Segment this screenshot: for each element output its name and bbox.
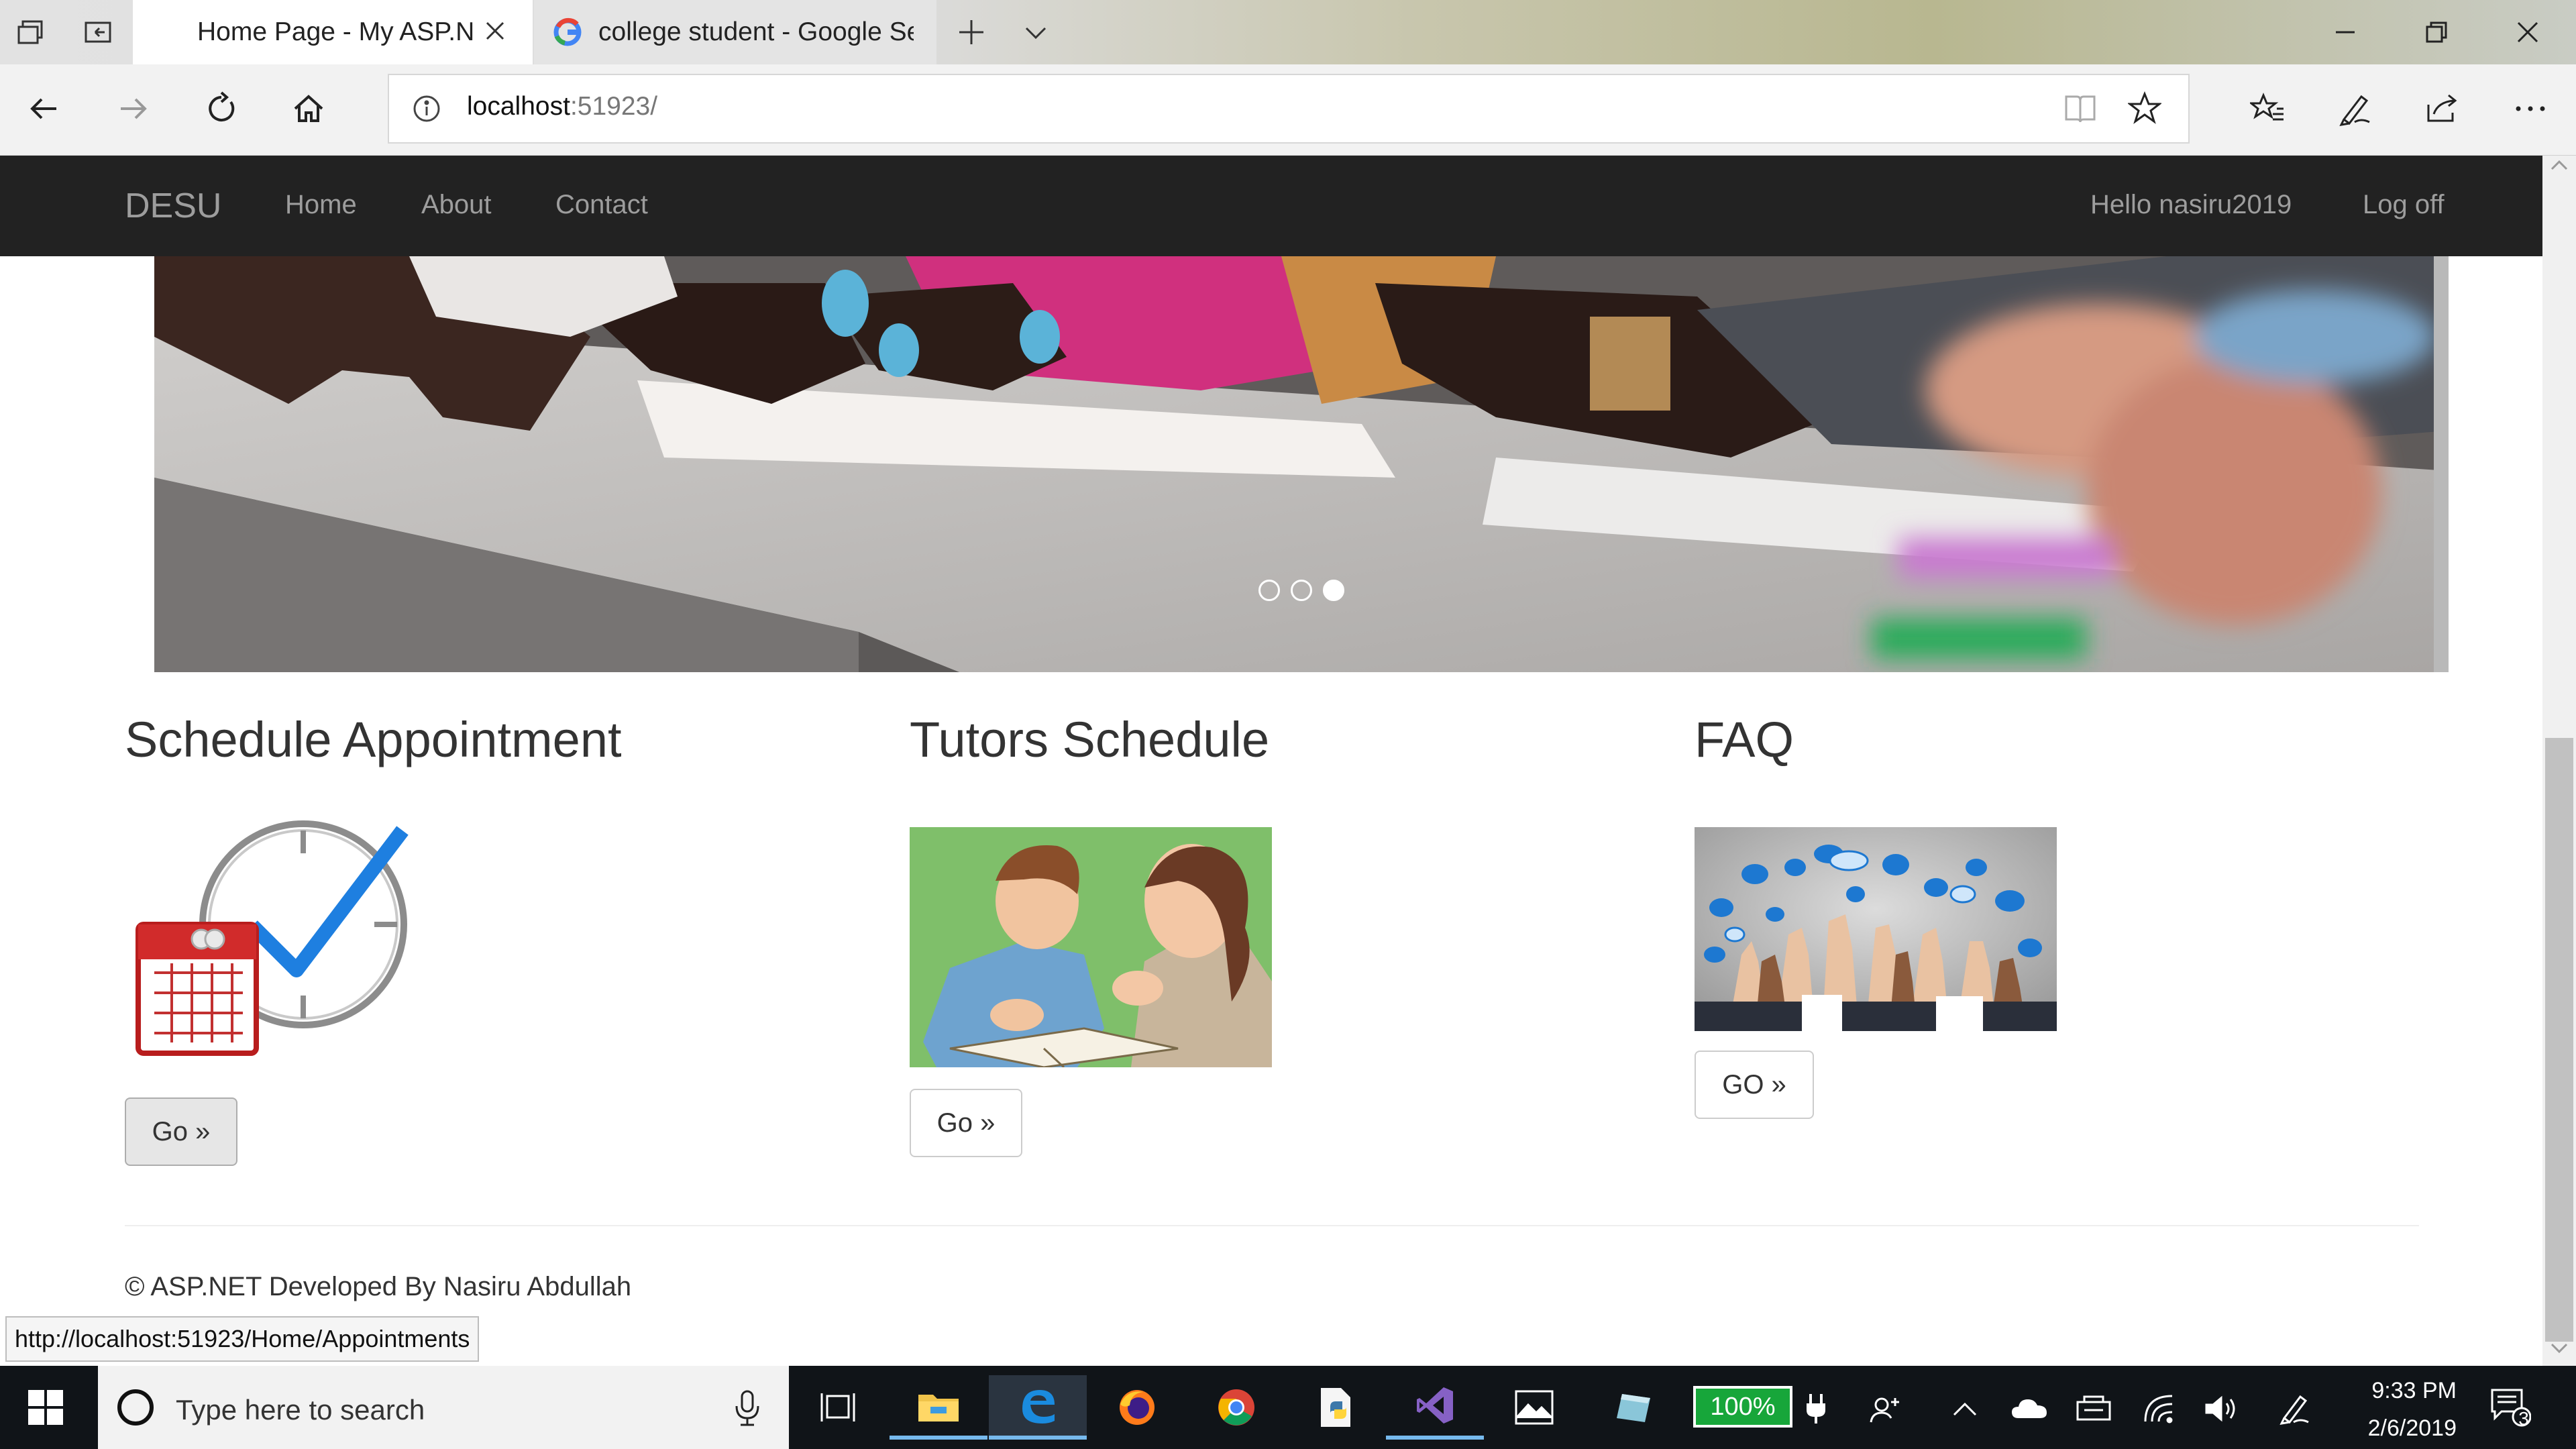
more-icon[interactable] (2504, 82, 2557, 136)
clock-time[interactable]: 9:33 PM (2356, 1378, 2457, 1404)
cortana-circle-icon (115, 1387, 156, 1431)
schedule-appointment-heading: Schedule Appointment (125, 712, 622, 767)
tab-google-search[interactable]: college student - Google Se (534, 0, 936, 64)
app-pinned-icon[interactable] (1585, 1375, 1682, 1440)
reading-view-icon[interactable] (2063, 93, 2097, 127)
nav-contact[interactable]: Contact (555, 190, 648, 220)
nav-about[interactable]: About (421, 190, 492, 220)
chrome-icon[interactable] (1187, 1375, 1285, 1440)
clock-date[interactable]: 2/6/2019 (2349, 1415, 2457, 1442)
tab-label: Home Page - My ASP.N (197, 17, 475, 46)
carousel-indicator-3[interactable] (1323, 580, 1344, 601)
firefox-icon[interactable] (1088, 1375, 1186, 1440)
task-view-icon[interactable] (789, 1375, 887, 1440)
notification-count-badge: 3 (2518, 1408, 2529, 1429)
scroll-down-icon[interactable] (2549, 1342, 2569, 1358)
photos-icon[interactable] (1485, 1375, 1583, 1440)
refresh-icon[interactable] (195, 82, 248, 136)
onedrive-cloud-icon[interactable] (2006, 1387, 2053, 1430)
info-icon[interactable] (412, 94, 441, 127)
favorite-star-icon[interactable] (2127, 91, 2163, 128)
minimize-icon[interactable] (2300, 0, 2391, 64)
python-file-icon[interactable] (1287, 1375, 1385, 1440)
url-port: :51923/ (570, 92, 658, 121)
user-greeting-link[interactable]: Hello nasiru2019 (2090, 190, 2292, 220)
visual-studio-icon[interactable] (1386, 1375, 1484, 1440)
favorites-hub-icon[interactable] (2241, 82, 2294, 136)
logoff-link[interactable]: Log off (2363, 190, 2445, 220)
chevron-up-icon[interactable] (1941, 1387, 1988, 1430)
scrollbar-thumb[interactable] (2545, 738, 2573, 1342)
file-explorer-icon[interactable] (890, 1375, 987, 1440)
device-icon[interactable] (2070, 1387, 2117, 1430)
tab-home-page[interactable]: Home Page - My ASP.N (133, 0, 533, 64)
power-plug-icon[interactable] (1792, 1387, 1839, 1430)
address-bar[interactable] (388, 74, 2190, 144)
tutors-study-image (910, 827, 1272, 1067)
search-placeholder: Type here to search (176, 1394, 425, 1426)
tab-label: college student - Google Se (598, 17, 914, 46)
battery-indicator[interactable]: 100% (1693, 1386, 1792, 1428)
windows-start-icon[interactable] (27, 1389, 64, 1430)
brand-link[interactable]: DESU (125, 186, 221, 226)
close-icon[interactable] (482, 17, 508, 51)
forward-arrow-icon[interactable] (106, 82, 160, 136)
url-host: localhost (467, 92, 570, 121)
scroll-up-icon[interactable] (2549, 158, 2569, 175)
share-icon[interactable] (2415, 82, 2469, 136)
edge-browser-icon[interactable] (989, 1375, 1087, 1440)
chevron-down-icon[interactable] (1017, 13, 1055, 51)
footer-copyright: © ASP.NET Developed By Nasiru Abdullah (125, 1272, 632, 1301)
pen-notes-icon[interactable] (2328, 82, 2381, 136)
wifi-icon[interactable] (2136, 1387, 2183, 1430)
windows-ink-icon[interactable] (2271, 1387, 2318, 1430)
new-tab-icon[interactable] (953, 13, 990, 51)
faq-hands-image (1695, 827, 2057, 1031)
carousel-slide-image[interactable] (154, 256, 2449, 672)
restore-icon[interactable] (2391, 0, 2482, 64)
google-icon (551, 16, 584, 48)
status-url-tooltip: http://localhost:51923/Home/Appointments (5, 1316, 480, 1362)
close-window-icon[interactable] (2482, 0, 2573, 64)
home-icon[interactable] (282, 82, 335, 136)
tutors-schedule-heading: Tutors Schedule (910, 712, 1270, 767)
tab-manager-icon[interactable] (12, 13, 50, 51)
back-arrow-icon[interactable] (17, 82, 71, 136)
people-icon[interactable] (1861, 1387, 1908, 1430)
volume-icon[interactable] (2198, 1387, 2245, 1430)
footer-divider (125, 1225, 2419, 1226)
faq-heading: FAQ (1695, 712, 1794, 767)
tutors-schedule-go-button[interactable]: Go » (910, 1089, 1022, 1157)
carousel-edge (2434, 256, 2449, 672)
carousel-indicator-1[interactable] (1258, 580, 1280, 601)
nav-home[interactable]: Home (285, 190, 357, 220)
set-aside-tabs-icon[interactable] (79, 13, 117, 51)
url-text: localhost:51923/ (467, 92, 657, 121)
carousel-indicator-2[interactable] (1291, 580, 1312, 601)
microphone-icon[interactable] (731, 1389, 763, 1430)
faq-go-button[interactable]: GO » (1695, 1051, 1814, 1119)
calendar-clock-icon (131, 812, 413, 1060)
schedule-appointment-go-button[interactable]: Go » (125, 1097, 237, 1166)
